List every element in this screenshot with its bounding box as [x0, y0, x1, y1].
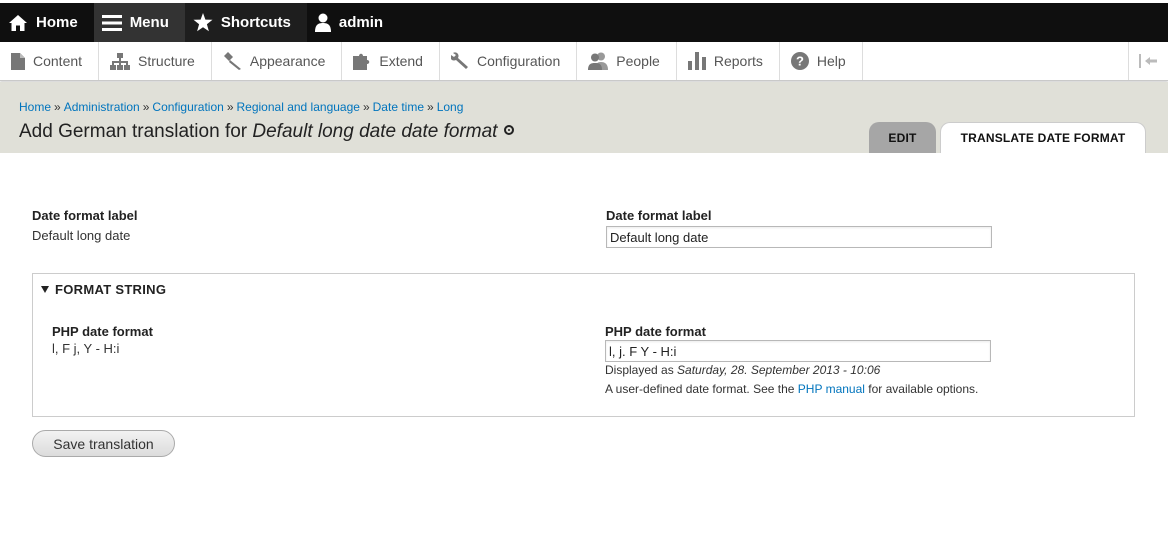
- tray-item-label: Configuration: [476, 53, 561, 69]
- bar-chart-icon: [687, 52, 706, 70]
- admin-menu-tray: Content Structure Appearance Extend Conf…: [0, 42, 1168, 81]
- people-icon: [588, 52, 609, 70]
- breadcrumb-regional-language[interactable]: Regional and language: [237, 100, 360, 114]
- toolbar-menu-label: Menu: [129, 14, 169, 31]
- help-prefix: A user-defined date format. See the: [605, 382, 798, 396]
- puzzle-icon: [353, 53, 370, 70]
- paintbrush-icon: [223, 52, 241, 70]
- target-label-title: Date format label: [606, 208, 712, 223]
- page-title: Add German translation for Default long …: [19, 121, 515, 143]
- source-label-value: Default long date: [32, 228, 131, 243]
- toolbar-user-label: admin: [338, 14, 384, 31]
- home-icon: [9, 14, 27, 31]
- svg-text:?: ?: [796, 54, 804, 69]
- date-format-help: A user-defined date format. See the PHP …: [605, 382, 978, 396]
- breadcrumb-administration[interactable]: Administration: [64, 100, 140, 114]
- page-title-entity: Default long date date format: [252, 121, 498, 142]
- toolbar-home-label: Home: [36, 14, 78, 31]
- breadcrumb-separator: »: [362, 100, 370, 114]
- breadcrumb: Home» Administration» Configuration» Region…: [19, 100, 463, 114]
- tab-edit[interactable]: EDIT: [869, 122, 936, 153]
- breadcrumb-configuration[interactable]: Configuration: [152, 100, 223, 114]
- page-header: Home» Administration» Configuration» Region…: [0, 82, 1168, 153]
- sitemap-icon: [110, 52, 131, 70]
- toolbar-home[interactable]: Home: [0, 3, 94, 42]
- user-icon: [314, 13, 331, 32]
- source-php-format-value: l, F j, Y - H:i: [52, 341, 120, 356]
- format-string-fieldset: FORMAT STRING PHP date format l, F j, Y …: [32, 273, 1135, 417]
- tray-item-content[interactable]: Content: [0, 42, 100, 80]
- hamburger-icon: [101, 14, 122, 31]
- tray-item-label: Appearance: [249, 53, 326, 69]
- file-icon: [11, 52, 25, 70]
- toolbar-shortcuts-label: Shortcuts: [220, 14, 291, 31]
- format-string-legend: FORMAT STRING: [55, 282, 167, 297]
- breadcrumb-separator: »: [226, 100, 234, 114]
- breadcrumb-separator: »: [142, 100, 150, 114]
- tray-item-appearance[interactable]: Appearance: [212, 42, 343, 80]
- tray-item-label: Structure: [138, 53, 195, 69]
- tray-item-reports[interactable]: Reports: [677, 42, 780, 80]
- collapse-left-icon: [1138, 54, 1157, 68]
- breadcrumb-home[interactable]: Home: [19, 100, 51, 114]
- php-manual-link[interactable]: PHP manual: [798, 382, 865, 396]
- tab-translate-date-format[interactable]: TRANSLATE DATE FORMAT: [940, 122, 1146, 153]
- save-translation-button[interactable]: Save translation: [32, 430, 175, 457]
- page-title-prefix: Add German translation for: [19, 121, 253, 142]
- tray-item-people[interactable]: People: [577, 42, 677, 80]
- help-suffix: for available options.: [864, 382, 979, 396]
- tray-item-label: Extend: [379, 53, 423, 69]
- tray-item-configuration[interactable]: Configuration: [440, 42, 578, 80]
- help-icon: ?: [790, 52, 809, 70]
- toolbar-user[interactable]: admin: [307, 3, 399, 42]
- date-format-preview: Displayed as Saturday, 28. September 201…: [605, 363, 880, 377]
- toolbar-shortcuts[interactable]: Shortcuts: [184, 3, 307, 42]
- wrench-icon: [450, 52, 468, 69]
- date-format-label-input[interactable]: [606, 226, 992, 248]
- tray-item-label: People: [616, 53, 660, 69]
- shortcut-icon[interactable]: [504, 124, 515, 135]
- tray-item-structure[interactable]: Structure: [99, 42, 212, 80]
- tray-item-extend[interactable]: Extend: [342, 42, 440, 80]
- triangle-down-icon: [41, 286, 49, 293]
- breadcrumb-long[interactable]: Long: [437, 100, 464, 114]
- preview-prefix: Displayed as: [605, 363, 678, 377]
- tray-collapse-button[interactable]: [1128, 42, 1168, 80]
- toolbar-menu[interactable]: Menu: [93, 3, 185, 42]
- source-label-title: Date format label: [32, 208, 138, 223]
- preview-value: Saturday, 28. September 2013 - 10:06: [677, 363, 881, 377]
- tray-item-label: Content: [33, 53, 83, 69]
- tray-item-label: Help: [816, 53, 846, 69]
- tray-item-label: Reports: [713, 53, 763, 69]
- star-icon: [193, 13, 213, 32]
- source-php-format-title: PHP date format: [52, 324, 153, 339]
- breadcrumb-separator: »: [427, 100, 434, 114]
- target-php-format-title: PHP date format: [605, 324, 706, 339]
- breadcrumb-separator: »: [54, 100, 61, 114]
- breadcrumb-date-time[interactable]: Date time: [373, 100, 424, 114]
- tray-item-help[interactable]: ? Help: [780, 42, 863, 80]
- format-string-toggle[interactable]: FORMAT STRING: [41, 282, 166, 297]
- php-date-format-input[interactable]: [605, 340, 991, 362]
- admin-toolbar: Home Menu Shortcuts admin: [0, 0, 1168, 42]
